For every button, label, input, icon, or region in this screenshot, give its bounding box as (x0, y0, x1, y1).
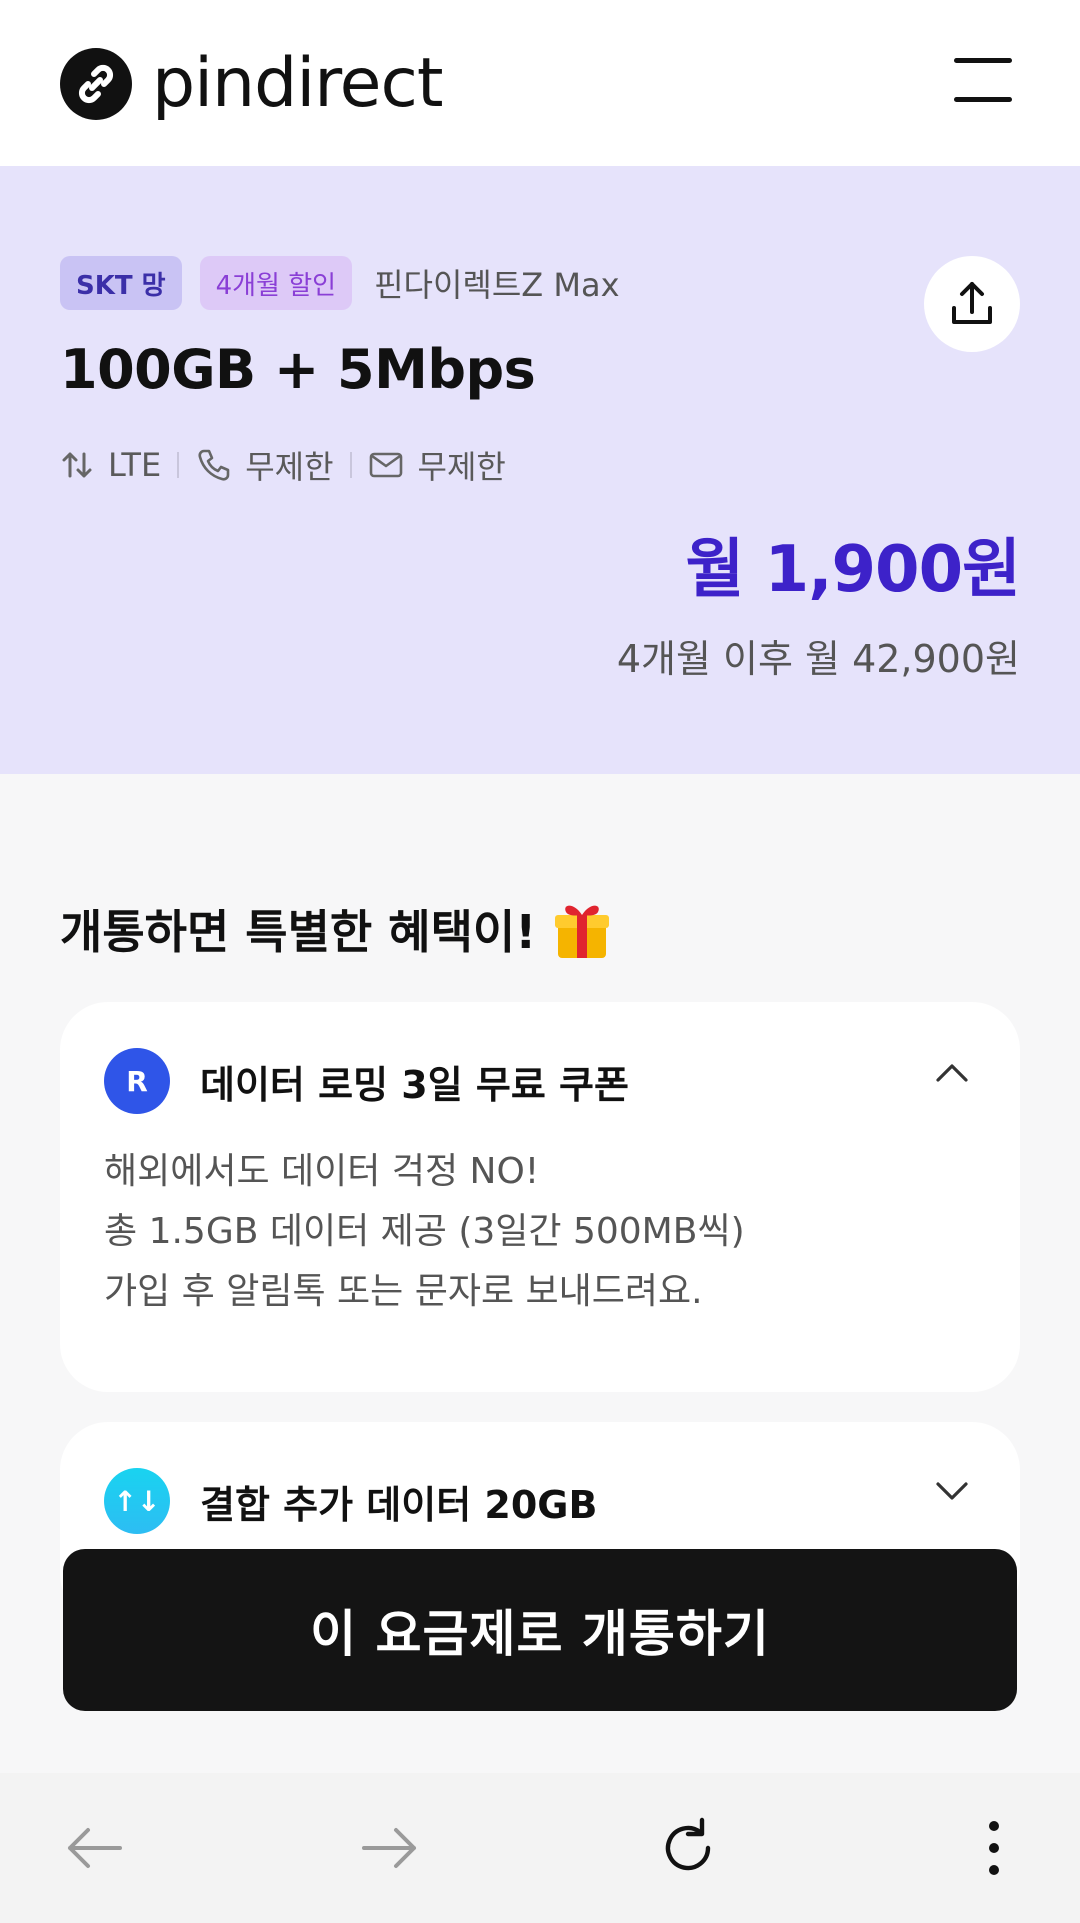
phone-icon (198, 449, 230, 481)
divider (349, 452, 352, 478)
monthly-price: 월 1,900원 (685, 533, 1021, 607)
share-button[interactable] (924, 256, 1020, 352)
chevron-up-icon[interactable] (934, 1060, 970, 1084)
reload-icon[interactable] (648, 1813, 728, 1883)
benefit-title: 결합 추가 데이터 20GB (200, 1482, 598, 1527)
benefit-card-header: R 데이터 로밍 3일 무료 쿠폰 (104, 1048, 629, 1114)
plan-summary: SKT 망 4개월 할인 핀다이렉트Z Max 100GB + 5Mbps LT… (0, 166, 1080, 774)
forward-arrow-icon[interactable] (350, 1813, 430, 1883)
benefits-heading: 개통하면 특별한 혜택이! (60, 896, 612, 962)
share-upload-icon (952, 282, 992, 324)
link-logo-icon (60, 48, 132, 120)
spec-network-label: LTE (108, 446, 162, 484)
roaming-coupon-icon: R (104, 1048, 170, 1114)
chevron-down-icon[interactable] (934, 1480, 970, 1504)
activate-plan-button[interactable]: 이 요금제로 개통하기 (63, 1549, 1017, 1711)
plan-specs: LTE 무제한 무제한 (60, 442, 506, 488)
mail-icon (369, 452, 402, 478)
spec-network: LTE (60, 446, 161, 484)
discount-badge: 4개월 할인 (199, 256, 353, 310)
divider (177, 452, 180, 478)
site-header: pindirect (0, 0, 1080, 166)
network-badge: SKT 망 (60, 256, 182, 310)
benefit-card-header: ↑↓ 결합 추가 데이터 20GB (104, 1468, 597, 1534)
spec-messages-label: 무제한 (417, 448, 506, 486)
logo-wordmark: pindirect (152, 44, 444, 123)
spec-calls: 무제한 (195, 442, 334, 488)
browser-nav-bar (0, 1773, 1080, 1923)
plan-name: 핀다이렉트Z Max (374, 266, 620, 304)
data-transfer-icon: ↑↓ (104, 1468, 170, 1534)
spec-messages: 무제한 (368, 442, 506, 488)
back-arrow-icon[interactable] (54, 1813, 134, 1883)
hamburger-menu-icon[interactable] (950, 52, 1016, 108)
pindirect-logo[interactable]: pindirect (60, 44, 444, 124)
gift-icon (555, 905, 610, 958)
description-line: 가입 후 알림톡 또는 문자로 보내드려요. (104, 1271, 703, 1312)
plan-title: 100GB + 5Mbps (60, 338, 536, 401)
price-after-discount: 4개월 이후 월 42,900원 (616, 637, 1020, 681)
benefit-card-roaming[interactable]: R 데이터 로밍 3일 무료 쿠폰 해외에서도 데이터 걱정 NO! 총 1.5… (60, 1002, 1020, 1392)
spec-calls-label: 무제한 (245, 448, 334, 486)
benefits-heading-text: 개통하면 특별한 혜택이! (60, 905, 537, 959)
benefit-title: 데이터 로밍 3일 무료 쿠폰 (200, 1062, 629, 1107)
data-arrows-icon (62, 452, 92, 478)
more-vertical-icon[interactable] (954, 1813, 1034, 1883)
benefit-description: 해외에서도 데이터 걱정 NO! 총 1.5GB 데이터 제공 (3일간 500… (104, 1142, 745, 1322)
description-line: 총 1.5GB 데이터 제공 (3일간 500MB씩) (104, 1211, 745, 1252)
description-line: 해외에서도 데이터 걱정 NO! (104, 1151, 540, 1192)
plan-tags: SKT 망 4개월 할인 핀다이렉트Z Max (60, 256, 620, 310)
